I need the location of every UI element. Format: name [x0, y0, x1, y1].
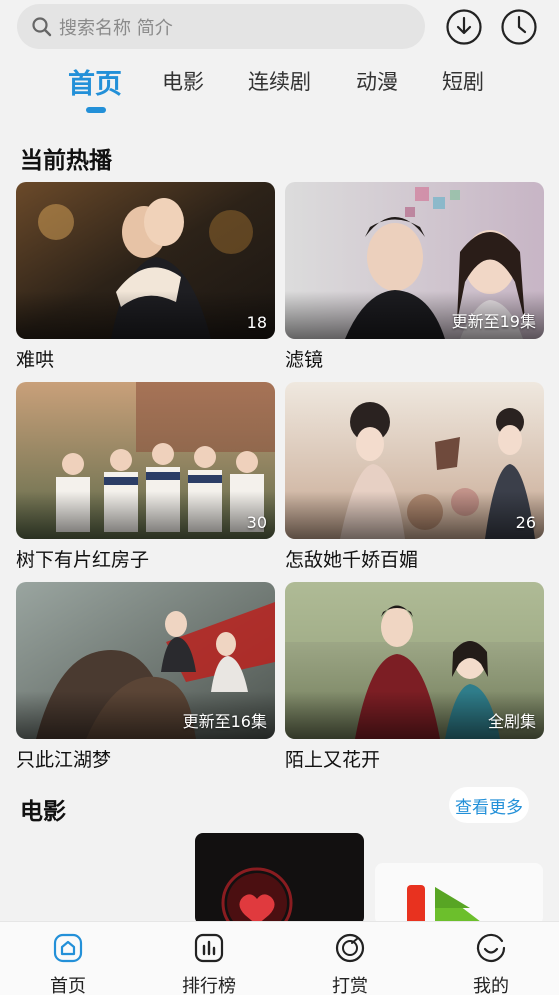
episode-badge: 全剧集 — [487, 712, 536, 731]
category-tabs: 首页 电影 连续剧 动漫 短剧 — [0, 58, 559, 118]
bottom-navigation: 首页 排行榜 打赏 我的 — [0, 921, 559, 995]
history-clock-icon[interactable] — [500, 8, 538, 46]
download-icon[interactable] — [445, 8, 483, 46]
thumbnail-shade — [16, 291, 275, 339]
section-title-hot: 当前热播 — [20, 148, 112, 174]
tab-series[interactable]: 连续剧 — [248, 66, 311, 96]
video-thumbnail[interactable]: 更新至19集 — [285, 182, 544, 339]
nav-ranking-label: 排行榜 — [182, 976, 236, 995]
nav-profile-label: 我的 — [473, 976, 509, 995]
video-card[interactable]: 30 树下有片红房子 — [16, 382, 275, 572]
nav-home[interactable]: 首页 — [8, 922, 128, 995]
video-title[interactable]: 滤镜 — [285, 345, 544, 372]
view-more-button[interactable]: 查看更多 — [449, 787, 529, 823]
tab-home[interactable]: 首页 — [68, 62, 122, 101]
tab-anime[interactable]: 动漫 — [356, 66, 398, 96]
nav-home-label: 首页 — [50, 976, 86, 995]
video-title[interactable]: 只此江湖梦 — [16, 745, 275, 772]
profile-smile-icon — [476, 933, 506, 963]
nav-profile[interactable]: 我的 — [431, 922, 551, 995]
poster-image — [407, 885, 485, 925]
top-bar: 搜索名称 简介 — [0, 0, 559, 56]
video-thumbnail[interactable]: 更新至16集 — [16, 582, 275, 739]
poster-image — [221, 867, 293, 925]
movie-poster[interactable] — [375, 863, 543, 925]
video-card[interactable]: 更新至19集 滤镜 — [285, 182, 544, 372]
video-card[interactable]: 18 难哄 — [16, 182, 275, 372]
home-icon — [53, 933, 83, 963]
nav-reward[interactable]: 打赏 — [290, 922, 410, 995]
ranking-chart-icon — [194, 933, 224, 963]
video-thumbnail[interactable]: 18 — [16, 182, 275, 339]
video-title[interactable]: 怎敌她千娇百媚 — [285, 545, 544, 572]
episode-badge: 30 — [246, 513, 267, 532]
movie-poster[interactable] — [195, 833, 364, 925]
video-card[interactable]: 26 怎敌她千娇百媚 — [285, 382, 544, 572]
nav-reward-label: 打赏 — [332, 976, 368, 995]
search-icon — [32, 16, 52, 36]
episode-badge: 18 — [246, 313, 267, 332]
video-title[interactable]: 难哄 — [16, 345, 275, 372]
video-thumbnail[interactable]: 30 — [16, 382, 275, 539]
search-placeholder: 搜索名称 简介 — [59, 17, 173, 39]
section-title-movies: 电影 — [20, 799, 66, 825]
episode-badge: 更新至19集 — [451, 312, 536, 331]
episode-badge: 26 — [515, 513, 536, 532]
video-card[interactable]: 全剧集 陌上又花开 — [285, 582, 544, 772]
tab-short-drama[interactable]: 短剧 — [442, 66, 484, 96]
video-card[interactable]: 更新至16集 只此江湖梦 — [16, 582, 275, 772]
reward-coin-icon — [335, 933, 365, 963]
video-thumbnail[interactable]: 全剧集 — [285, 582, 544, 739]
thumbnail-shade — [16, 491, 275, 539]
tab-active-indicator — [86, 107, 106, 113]
video-thumbnail[interactable]: 26 — [285, 382, 544, 539]
search-bar[interactable]: 搜索名称 简介 — [17, 4, 425, 49]
thumbnail-shade — [285, 491, 544, 539]
episode-badge: 更新至16集 — [182, 712, 267, 731]
video-title[interactable]: 树下有片红房子 — [16, 545, 275, 572]
tab-movies[interactable]: 电影 — [162, 66, 204, 96]
video-title[interactable]: 陌上又花开 — [285, 745, 544, 772]
nav-ranking[interactable]: 排行榜 — [149, 922, 269, 995]
